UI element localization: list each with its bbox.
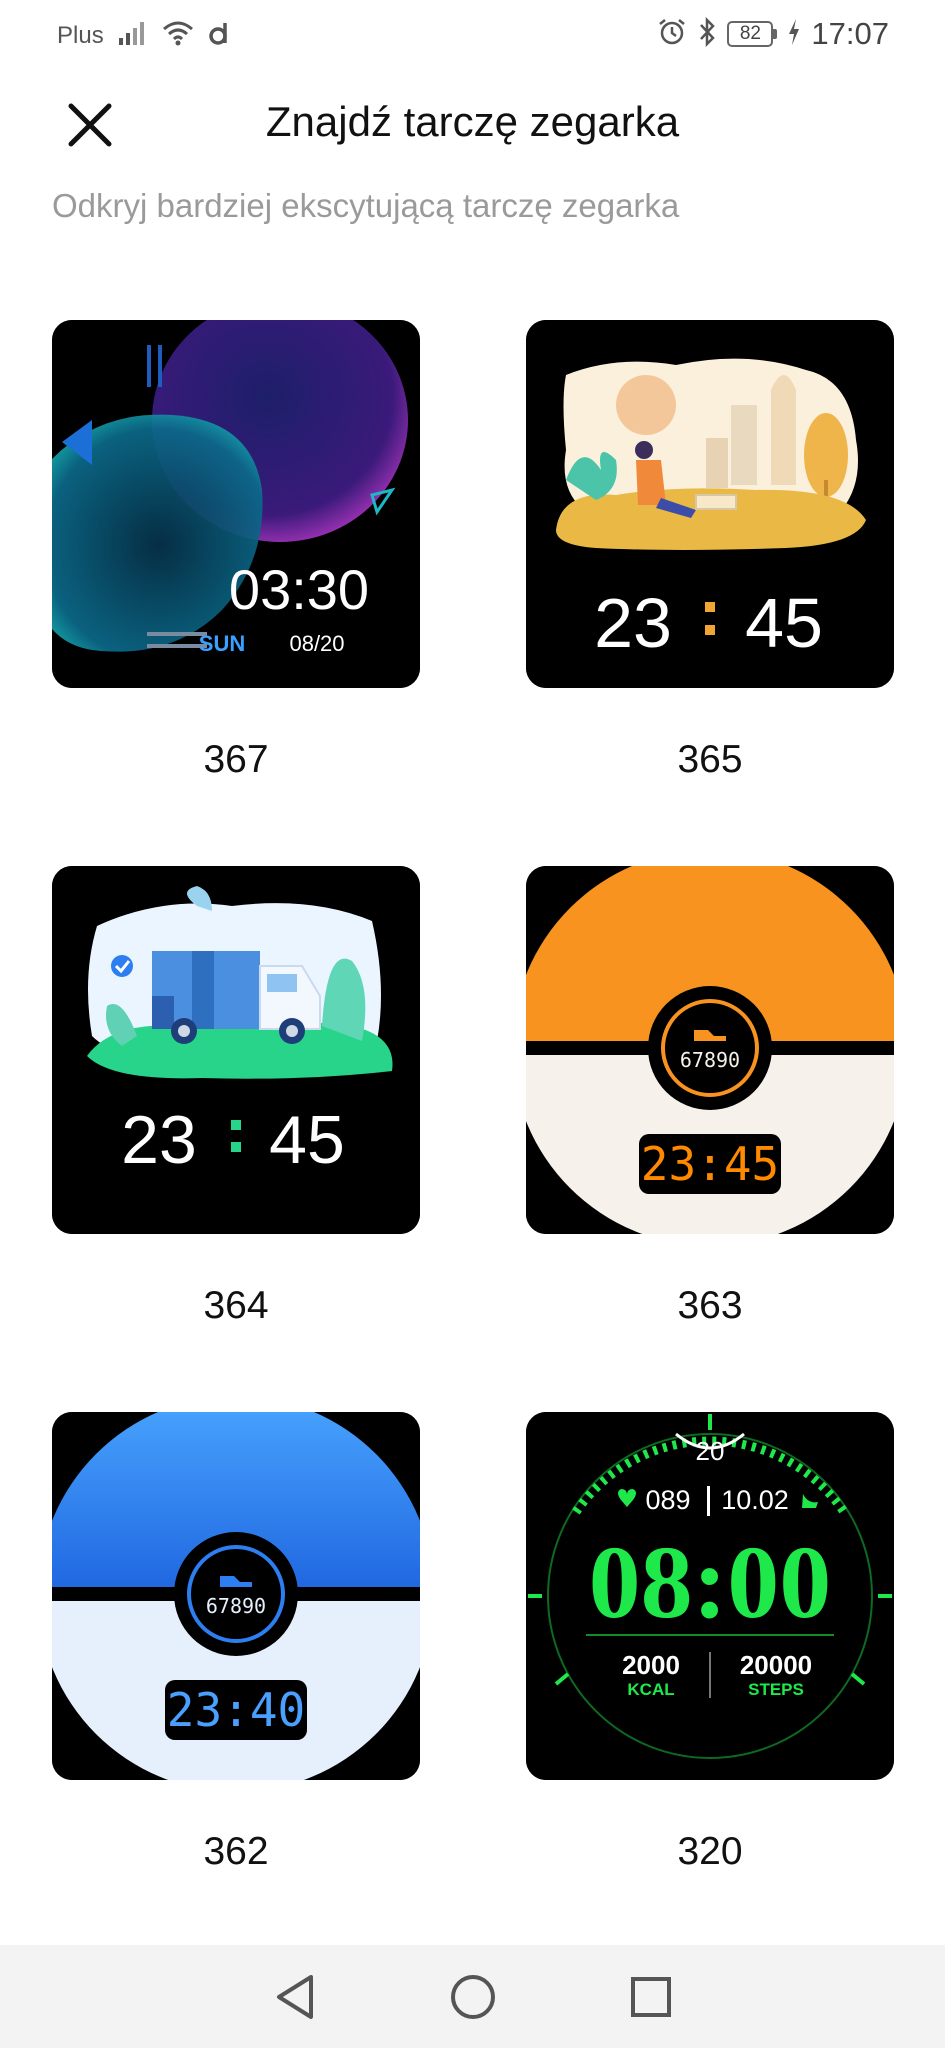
watch-face-label: 365 <box>677 738 743 781</box>
status-left: Plus <box>57 20 232 51</box>
watch-face-card-364[interactable]: 23 45 364 <box>52 866 420 1412</box>
watch-face-label: 363 <box>677 1284 743 1327</box>
carrier-label: Plus <box>57 21 104 49</box>
watch-face-preview: 67890 23:40 <box>52 1412 420 1780</box>
face-kcal-label: KCAL <box>627 1680 674 1699</box>
face-heart-rate: 089 <box>645 1485 690 1515</box>
alarm-icon <box>657 17 687 52</box>
page-subtitle: Odkryj bardziej ekscytującą tarczę zegar… <box>52 187 680 224</box>
charging-bolt-icon <box>787 17 801 52</box>
face-steps: 67890 <box>206 1594 266 1618</box>
face-date: 10.02 <box>721 1485 789 1515</box>
watch-face-label: 364 <box>203 1284 269 1327</box>
face-minutes: 45 <box>269 1102 345 1178</box>
watch-face-card-320[interactable]: 20 089 10.02 08:00 2000 KCAL 20000 STEPS… <box>526 1412 894 1958</box>
face-time: 23:40 <box>167 1683 305 1737</box>
watch-face-card-363[interactable]: 67890 23:45 363 <box>526 866 894 1412</box>
face-time: 23:45 <box>641 1137 779 1191</box>
watch-face-preview: 67890 23:45 <box>526 866 894 1234</box>
face-day: SUN <box>199 631 245 656</box>
watch-face-card-365[interactable]: 23 45 365 <box>526 320 894 866</box>
system-nav-bar <box>0 1945 945 2048</box>
status-time: 17:07 <box>811 16 889 51</box>
watch-face-card-367[interactable]: 03:30 SUN 08/20 367 <box>52 320 420 866</box>
back-triangle-icon <box>276 1974 313 2019</box>
back-button[interactable] <box>265 1967 325 2027</box>
recents-square-icon <box>630 1976 671 2017</box>
face-steps: 67890 <box>680 1048 740 1072</box>
signal-icon <box>118 20 148 51</box>
face-steps-value: 20000 <box>740 1650 812 1680</box>
watch-face-label: 367 <box>203 738 269 781</box>
watch-face-preview: 23 45 <box>526 320 894 688</box>
bluetooth-icon <box>697 16 717 52</box>
watch-face-label: 320 <box>677 1830 743 1873</box>
watch-face-preview: 23 45 <box>52 866 420 1234</box>
face-hours: 23 <box>594 584 672 662</box>
face-date: 08/20 <box>289 631 344 656</box>
face-minutes: 45 <box>745 584 823 662</box>
home-button[interactable] <box>443 1967 503 2027</box>
watch-face-grid: 03:30 SUN 08/20 367 23 45 365 23 45 364 … <box>52 320 894 1958</box>
battery-indicator: 82 <box>727 21 778 47</box>
watch-face-card-362[interactable]: 67890 23:40 362 <box>52 1412 420 1958</box>
face-time: 08:00 <box>589 1525 832 1640</box>
face-hours: 23 <box>121 1102 197 1178</box>
battery-level: 82 <box>727 21 774 47</box>
wifi-icon <box>162 20 194 51</box>
page-title: Znajdź tarczę zegarka <box>265 98 680 145</box>
status-right: 82 17:07 <box>657 16 889 52</box>
watch-face-preview: 20 089 10.02 08:00 2000 KCAL 20000 STEPS <box>526 1412 894 1780</box>
watch-face-label: 362 <box>203 1830 269 1873</box>
home-circle-icon <box>450 1974 495 2019</box>
recents-button[interactable] <box>621 1967 681 2027</box>
face-kcal-value: 2000 <box>622 1650 680 1680</box>
battery-tip <box>773 29 778 39</box>
app-notification-icon <box>208 20 232 51</box>
status-bar: Plus 82 17:07 <box>0 0 945 66</box>
face-top-value: 20 <box>696 1436 725 1466</box>
watch-face-preview: 03:30 SUN 08/20 <box>52 320 420 688</box>
face-time: 03:30 <box>229 558 369 621</box>
face-steps-label: STEPS <box>748 1680 804 1699</box>
